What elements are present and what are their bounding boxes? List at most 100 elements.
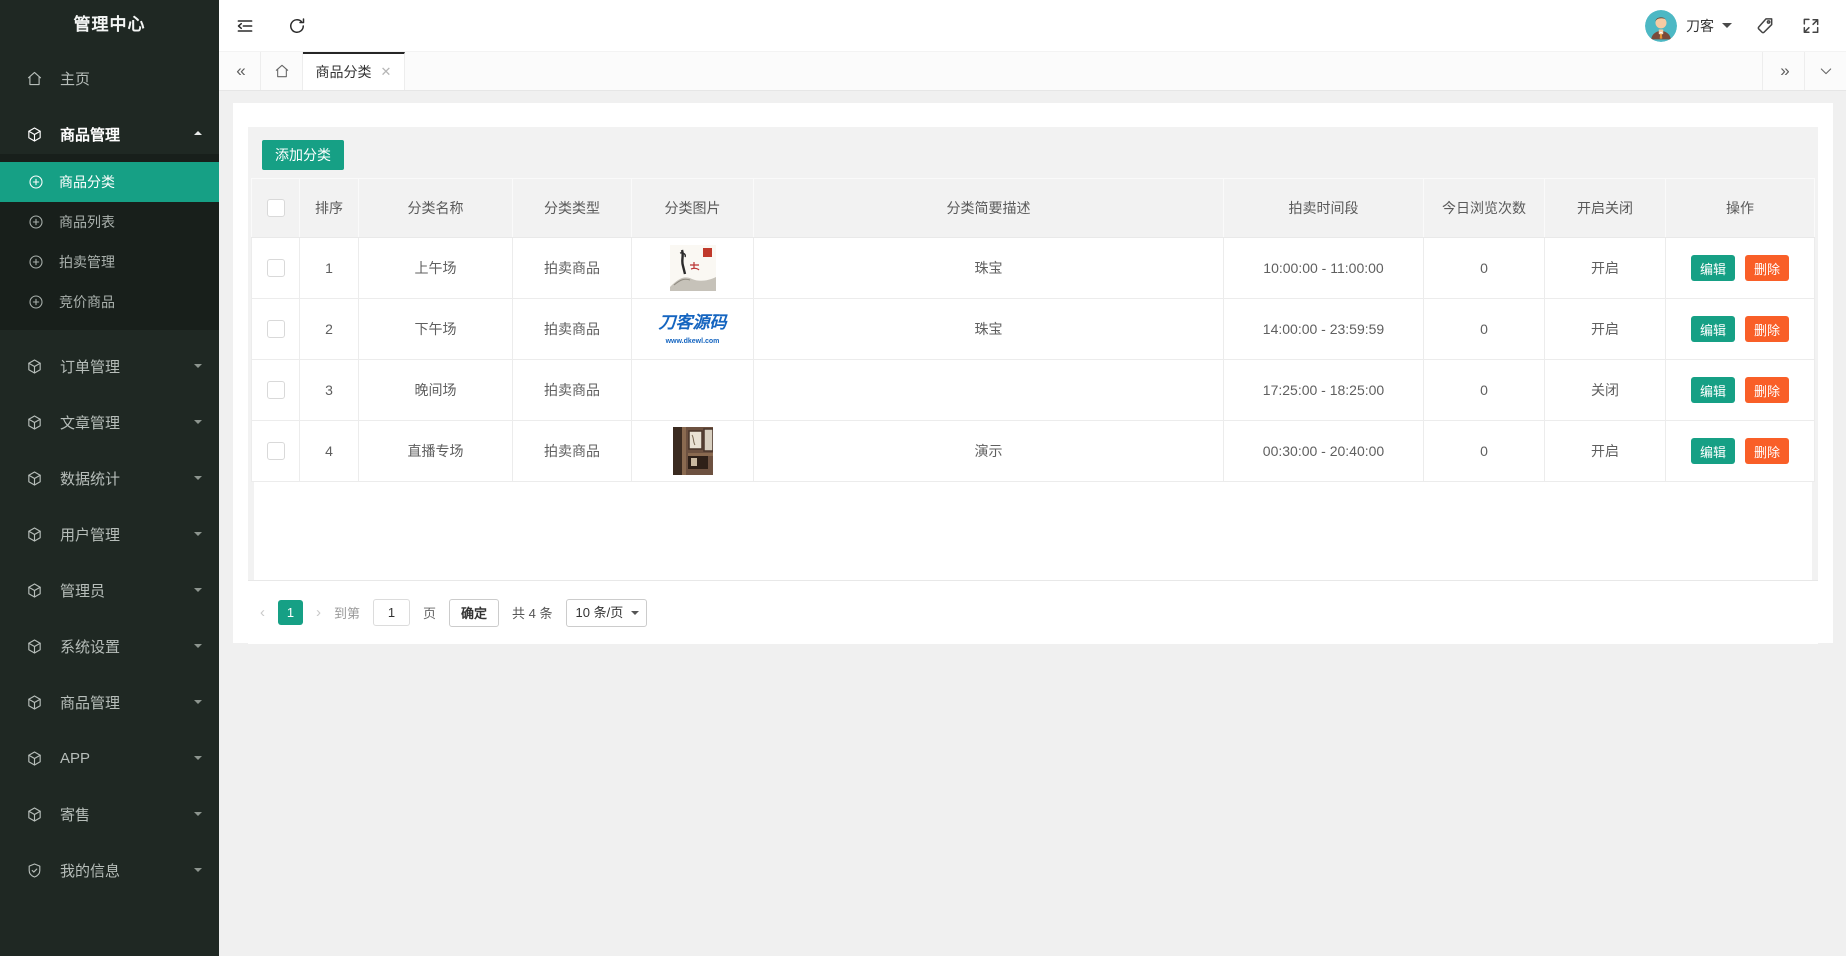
row-checkbox[interactable]: [266, 381, 285, 400]
sidebar-group-my-info[interactable]: 我的信息: [0, 850, 219, 890]
home-tab-button[interactable]: [261, 52, 303, 90]
sidebar-group-consignment[interactable]: 寄售: [0, 794, 219, 834]
app-title: 管理中心: [73, 15, 146, 34]
category-image-interior-photo[interactable]: [672, 427, 713, 475]
chevron-down-icon: [194, 644, 202, 652]
sidebar-item-auction-management[interactable]: 拍卖管理: [0, 242, 219, 282]
sidebar-group-label: 商品管理: [60, 694, 121, 712]
cell-sort: 1: [299, 237, 359, 299]
fullscreen-icon[interactable]: [1788, 0, 1834, 52]
goto-page-input[interactable]: [373, 599, 411, 626]
sidebar-group-label: APP: [60, 749, 91, 767]
sidebar-nav: 主页 商品管理 商品分类 商品列表 拍卖管理 竞价商品 订单管理 文章管理 数据…: [0, 50, 219, 890]
sidebar-group-app[interactable]: APP: [0, 738, 219, 778]
sidebar-group-label: 文章管理: [60, 414, 121, 432]
tab-goods-category[interactable]: 商品分类 ✕: [303, 52, 405, 90]
avatar: [1645, 9, 1677, 42]
sidebar-item-goods-list[interactable]: 商品列表: [0, 202, 219, 242]
sidebar-group-label: 管理员: [60, 582, 106, 600]
sidebar-group-statistics[interactable]: 数据统计: [0, 458, 219, 498]
cell-status: 关闭: [1544, 359, 1666, 421]
sidebar-group-orders[interactable]: 订单管理: [0, 346, 219, 386]
username: 刀客: [1686, 17, 1714, 34]
delete-button[interactable]: 删除: [1745, 316, 1790, 342]
close-icon[interactable]: ✕: [381, 64, 392, 80]
cell-sort: 4: [299, 420, 359, 482]
cell-views: 0: [1423, 298, 1545, 360]
table-panel: 添加分类 排序 分类名称 分类类型 分类图片 分类简要描述 拍卖时间段 今日浏览…: [248, 127, 1818, 580]
edit-button[interactable]: 编辑: [1690, 316, 1735, 342]
cell-description: [753, 359, 1224, 421]
cell-status: 开启: [1544, 237, 1666, 299]
tab-menu-dropdown-button[interactable]: [1804, 52, 1846, 90]
page-size-select[interactable]: 10 条/页: [565, 598, 647, 627]
sidebar-group-label: 订单管理: [60, 358, 121, 376]
collapse-menu-icon[interactable]: [219, 0, 271, 52]
chevron-down-icon: [194, 756, 202, 764]
refresh-icon[interactable]: [271, 0, 323, 52]
shield-check-icon: [26, 862, 43, 879]
main-area: 刀客 « 商品分类 ✕ » 添加分类 排序 分类名称 分类类型 分类图片 分类简…: [219, 0, 1846, 956]
sidebar-item-bidding-goods[interactable]: 竞价商品: [0, 282, 219, 322]
sidebar-group-goods-management[interactable]: 商品管理: [0, 114, 219, 154]
cell-type: 拍卖商品: [512, 359, 632, 421]
edit-button[interactable]: 编辑: [1690, 438, 1735, 464]
cell-sort: 3: [299, 359, 359, 421]
cell-description: 珠宝: [753, 237, 1224, 299]
table-row: 3 晚间场 拍卖商品 17:25:00 - 18:25:00 0 关闭 编辑 删…: [251, 359, 1815, 421]
admin-screen: 管理中心 主页 商品管理 商品分类 商品列表 拍卖管理 竞价商品 订单管理 文章…: [0, 0, 1846, 956]
table-row: 4 直播专场 拍卖商品 演示 00:30:00 - 20:40:00 0 开启 …: [251, 420, 1815, 482]
pagination-bar: ‹ 1 › 到第 页 确定 共 4 条 10 条/页: [248, 580, 1818, 644]
row-checkbox[interactable]: [266, 320, 285, 339]
edit-button[interactable]: 编辑: [1690, 255, 1735, 281]
cell-name: 晚间场: [358, 359, 513, 421]
cube-icon: [26, 126, 43, 143]
home-icon: [275, 64, 288, 78]
cell-type: 拍卖商品: [512, 237, 632, 299]
cube-icon: [26, 470, 43, 487]
edit-button[interactable]: 编辑: [1690, 377, 1735, 403]
row-checkbox[interactable]: [266, 442, 285, 461]
cell-views: 0: [1423, 237, 1545, 299]
delete-button[interactable]: 删除: [1745, 377, 1790, 403]
cell-status: 开启: [1544, 420, 1666, 482]
category-image-daoke-logo[interactable]: 刀客源码 www.dkewl.com: [659, 314, 727, 345]
goto-confirm-button[interactable]: 确定: [449, 598, 500, 627]
cell-description: 演示: [753, 420, 1224, 482]
chevron-down-icon: [194, 476, 202, 484]
sidebar-group-admins[interactable]: 管理员: [0, 570, 219, 610]
table-header-row: 排序 分类名称 分类类型 分类图片 分类简要描述 拍卖时间段 今日浏览次数 开启…: [251, 178, 1815, 238]
user-menu[interactable]: 刀客: [1645, 9, 1732, 42]
page-number-button[interactable]: 1: [278, 600, 303, 625]
sidebar-item-label: 主页: [60, 70, 91, 88]
category-table: 排序 分类名称 分类类型 分类图片 分类简要描述 拍卖时间段 今日浏览次数 开启…: [251, 178, 1815, 482]
category-image-ink-painting[interactable]: [669, 245, 716, 291]
cube-icon: [26, 806, 43, 823]
next-page-button[interactable]: ›: [316, 604, 321, 621]
add-category-button[interactable]: 添加分类: [262, 140, 344, 170]
cell-image-empty: [631, 359, 754, 421]
sidebar-item-goods-category[interactable]: 商品分类: [0, 162, 219, 202]
prev-page-button[interactable]: ‹: [260, 604, 265, 621]
chevron-down-icon: [194, 364, 202, 372]
sidebar-item-label: 商品列表: [59, 214, 115, 230]
sidebar-group-articles[interactable]: 文章管理: [0, 402, 219, 442]
scroll-tabs-right-button[interactable]: »: [1762, 52, 1804, 90]
sidebar-group-users[interactable]: 用户管理: [0, 514, 219, 554]
scroll-tabs-left-button[interactable]: «: [219, 52, 261, 90]
select-all-checkbox[interactable]: [266, 199, 285, 218]
table-row: 2 下午场 拍卖商品 刀客源码 www.dkewl.com 珠宝 14:00:0…: [251, 298, 1815, 360]
goto-page-label: 到第: [334, 606, 361, 621]
cell-time-range: 14:00:00 - 23:59:59: [1223, 298, 1424, 360]
sidebar-item-home[interactable]: 主页: [0, 58, 219, 98]
sidebar: 管理中心 主页 商品管理 商品分类 商品列表 拍卖管理 竞价商品 订单管理 文章…: [0, 0, 219, 956]
sidebar-group-label: 寄售: [60, 806, 91, 824]
row-checkbox[interactable]: [266, 259, 285, 278]
sidebar-group-label: 我的信息: [60, 862, 121, 880]
delete-button[interactable]: 删除: [1745, 255, 1790, 281]
delete-button[interactable]: 删除: [1745, 438, 1790, 464]
tag-icon[interactable]: [1742, 0, 1788, 52]
cell-name: 直播专场: [358, 420, 513, 482]
sidebar-group-goods-management-2[interactable]: 商品管理: [0, 682, 219, 722]
sidebar-group-system-settings[interactable]: 系统设置: [0, 626, 219, 666]
